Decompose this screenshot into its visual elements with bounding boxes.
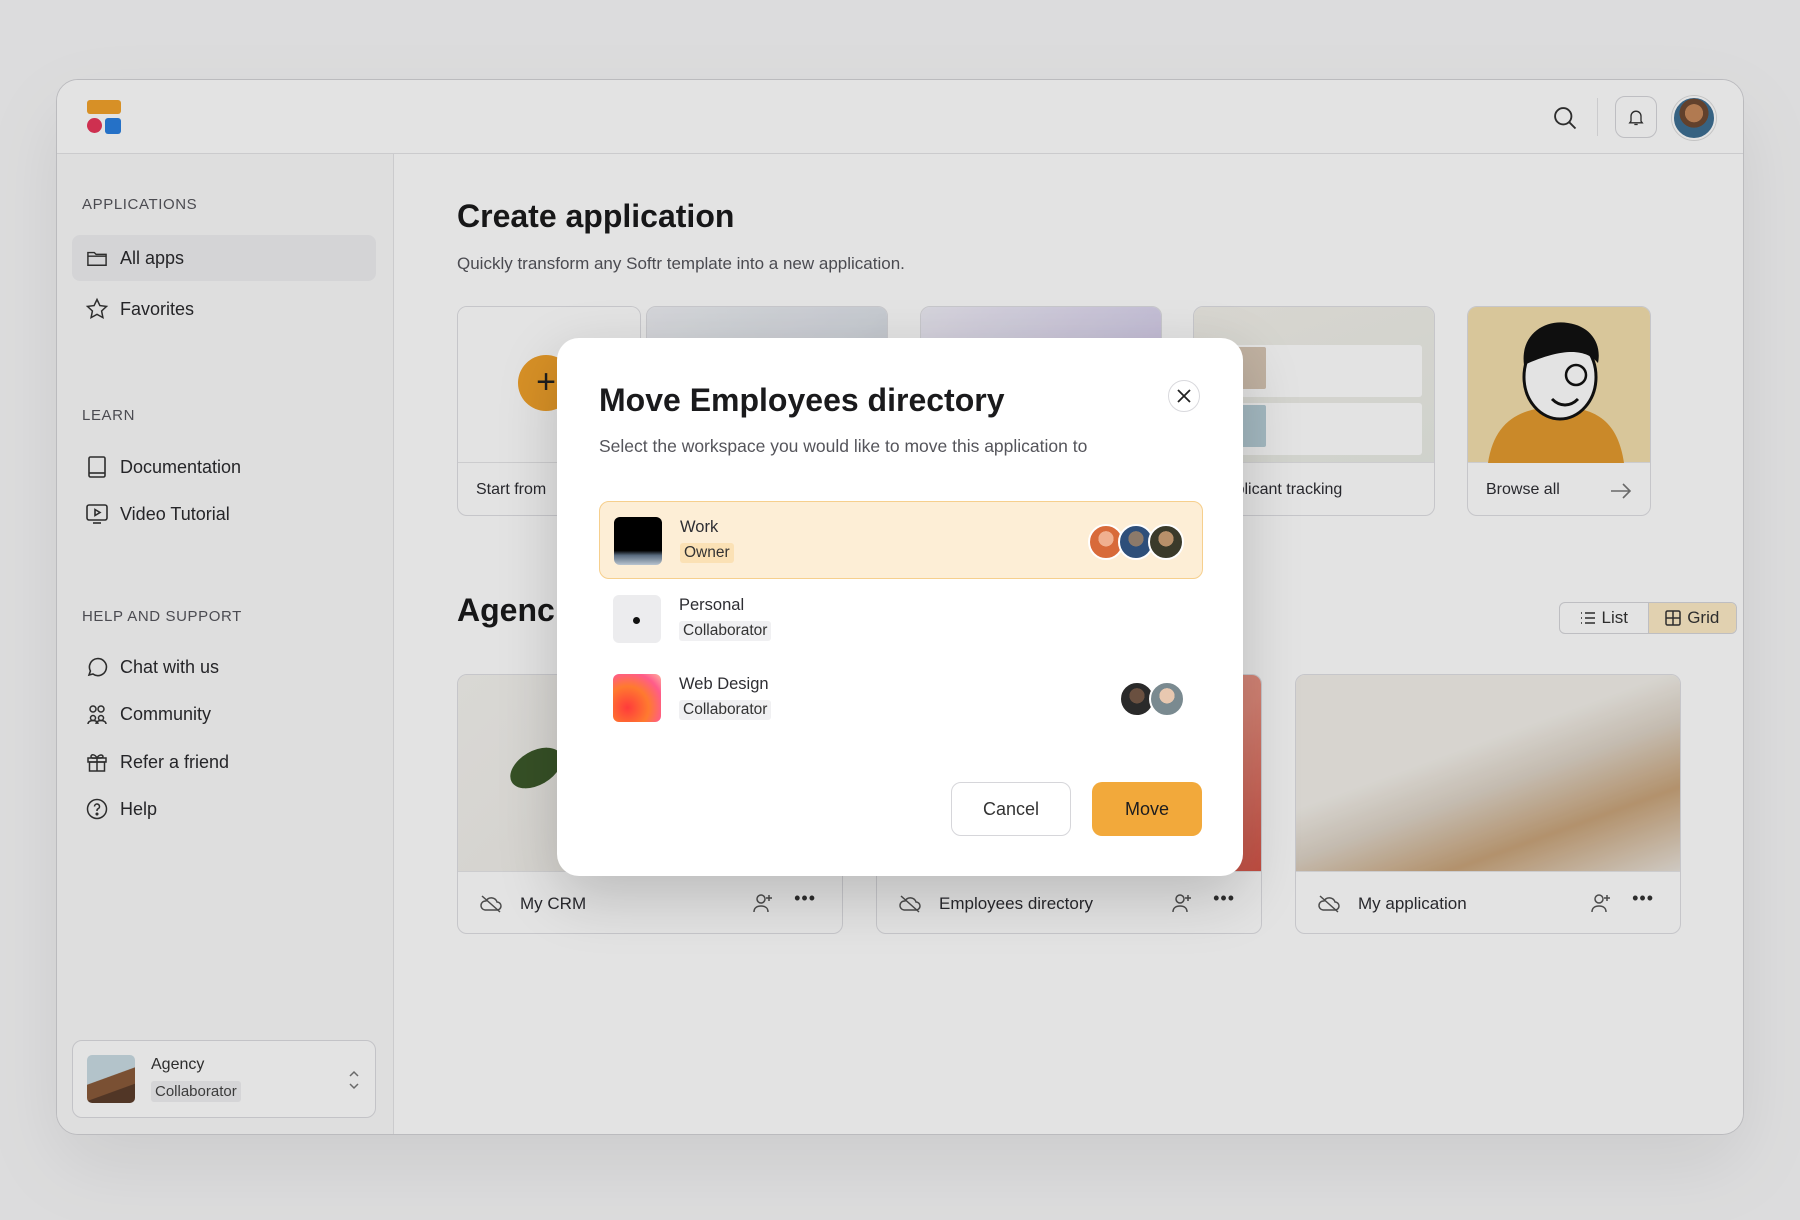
workspace-role: Collaborator (679, 700, 772, 720)
workspace-option-personal[interactable]: Personal Collaborator (599, 580, 1203, 658)
workspace-role: Owner (680, 543, 734, 563)
workspace-option-web-design[interactable]: Web Design Collaborator (599, 659, 1203, 737)
close-button[interactable] (1168, 380, 1200, 412)
workspace-name: Personal (679, 596, 745, 614)
cancel-button[interactable]: Cancel (951, 782, 1071, 836)
workspace-thumbnail (614, 517, 662, 565)
workspace-name: Work (680, 518, 719, 536)
modal-title: Move Employees directory (599, 382, 1005, 418)
close-icon (1177, 389, 1191, 403)
member-avatars (1119, 681, 1185, 717)
member-avatars (1088, 524, 1184, 560)
move-button[interactable]: Move (1092, 782, 1202, 836)
workspace-name: Web Design (679, 675, 769, 693)
workspace-thumbnail (613, 595, 661, 643)
avatar (1149, 681, 1185, 717)
modal-subtitle: Select the workspace you would like to m… (599, 436, 1088, 456)
move-app-modal: Move Employees directory Select the work… (557, 338, 1243, 876)
workspace-option-work[interactable]: Work Owner (599, 501, 1203, 579)
avatar (1148, 524, 1184, 560)
workspace-thumbnail (613, 674, 661, 722)
workspace-role: Collaborator (679, 621, 772, 641)
